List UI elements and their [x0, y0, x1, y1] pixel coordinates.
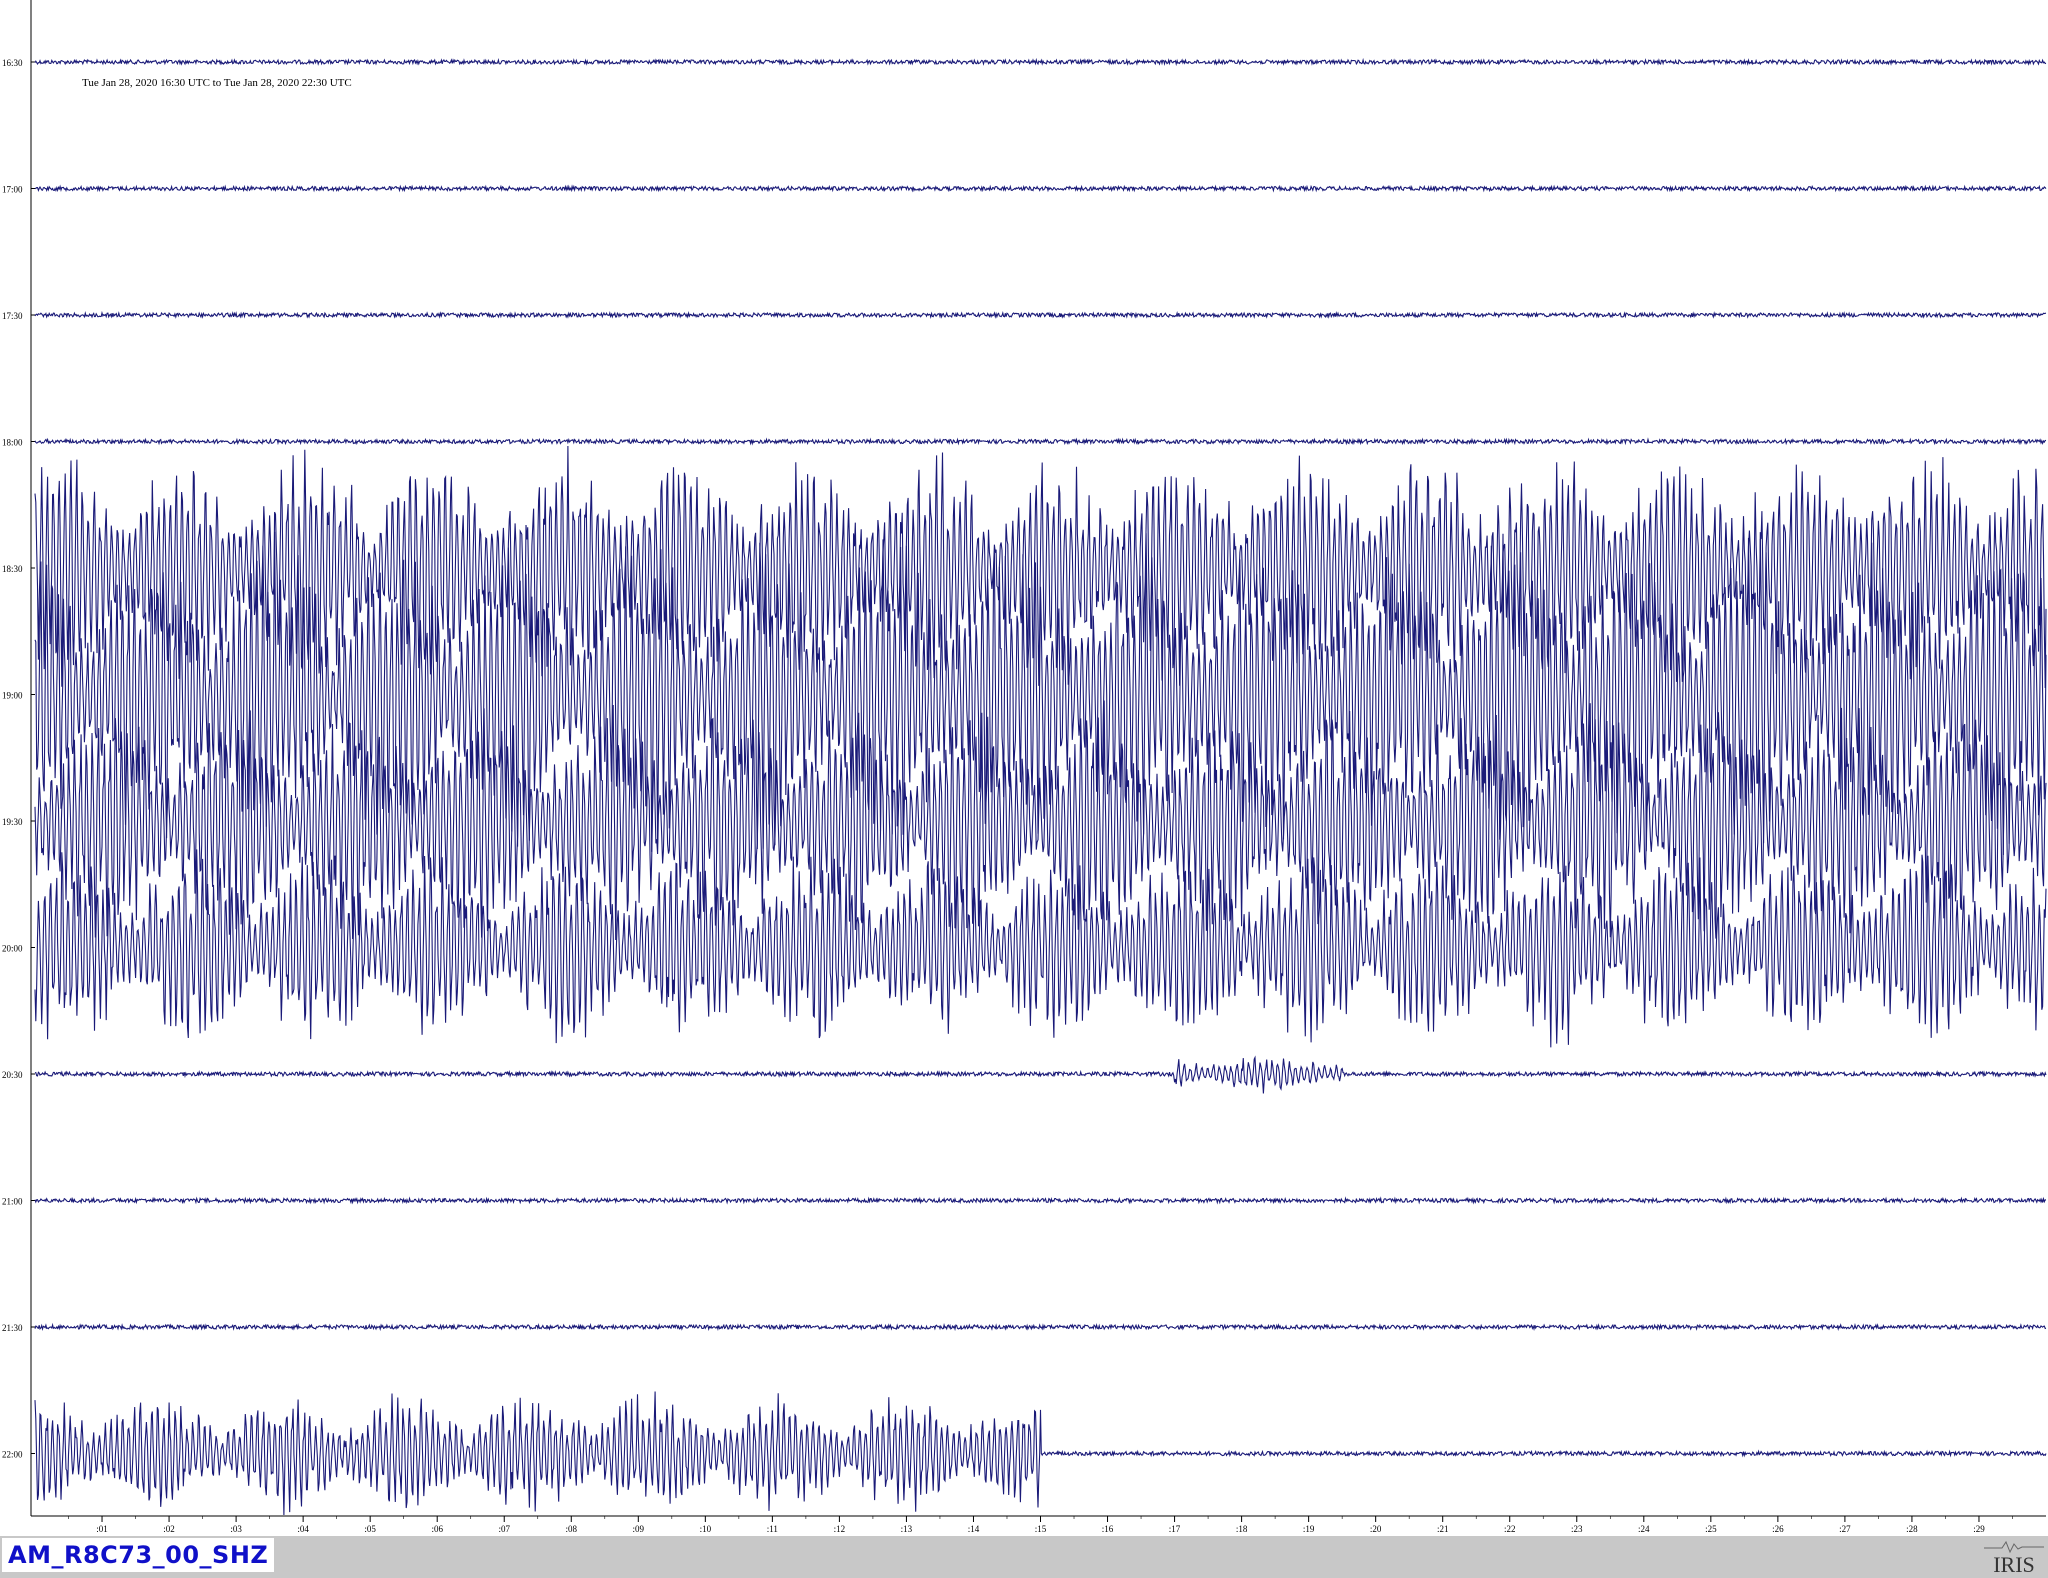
- label-layer: :01 :02 :03 :04 :05 :06 :07 :08 :09 :10 :11 :12 :13:…: [2, 58, 1985, 1534]
- x-tick-label: :28: [1906, 1524, 1918, 1534]
- trace-row-1730: [34, 310, 2047, 320]
- x-tick-label: :21: [1437, 1524, 1449, 1534]
- row-time-label: 17:00: [2, 185, 23, 195]
- trace-row-2100: [34, 1196, 2047, 1205]
- x-tick-label: :15: [1035, 1524, 1047, 1534]
- footer-bar: [0, 1536, 2048, 1578]
- row-time-label: 22:00: [2, 1450, 23, 1460]
- x-tick-label: :02: [163, 1524, 175, 1534]
- x-tick-label: :09: [633, 1524, 645, 1534]
- x-tick-label: :07: [498, 1524, 510, 1534]
- x-tick-label: :12: [834, 1524, 846, 1534]
- x-tick-label: :27: [1839, 1524, 1851, 1534]
- x-tick-label: :22: [1504, 1524, 1516, 1534]
- chart-title: Tue Jan 28, 2020 16:30 UTC to Tue Jan 28…: [82, 77, 352, 89]
- x-tick-label: :25: [1705, 1524, 1717, 1534]
- x-tick-label: :01: [96, 1524, 108, 1534]
- x-tick-label: :05: [364, 1524, 376, 1534]
- trace-row-1630: [34, 57, 2047, 67]
- x-tick-label: :16: [1102, 1524, 1114, 1534]
- trace-row-2130: [34, 1322, 2047, 1332]
- x-tick-label: :23: [1571, 1524, 1583, 1534]
- iris-logo: IRIS: [1984, 1538, 2044, 1576]
- x-tick-label: :04: [297, 1524, 309, 1534]
- logo-text: IRIS: [1993, 1552, 2035, 1577]
- row-time-label: 17:30: [2, 311, 23, 321]
- x-tick-label: :06: [431, 1524, 443, 1534]
- trace-layer: [34, 57, 2047, 1516]
- x-tick-label: :14: [968, 1524, 980, 1534]
- x-tick-label: :24: [1638, 1524, 1650, 1534]
- x-tick-label: :18: [1236, 1524, 1248, 1534]
- trace-row-2200: [34, 1391, 2047, 1516]
- row-time-label: 20:30: [2, 1070, 23, 1080]
- row-time-label: 19:00: [2, 691, 23, 701]
- row-time-label: 19:30: [2, 817, 23, 827]
- x-tick-label: :20: [1370, 1524, 1382, 1534]
- trace-row-2030: [34, 1055, 2047, 1094]
- x-tick-label: :19: [1303, 1524, 1315, 1534]
- trace-row-1700: [34, 184, 2047, 193]
- x-tick-label: :13: [901, 1524, 913, 1534]
- helicorder-plot: :01 :02 :03 :04 :05 :06 :07 :08 :09 :10 :11 :12 :13:…: [2, 0, 2047, 1534]
- row-time-label: 18:30: [2, 564, 23, 574]
- x-tick-label: :26: [1772, 1524, 1784, 1534]
- x-tick-label: :08: [566, 1524, 578, 1534]
- station-label: AM_R8C73_00_SHZ: [2, 1538, 275, 1572]
- x-tick-label: :29: [1973, 1524, 1985, 1534]
- row-time-label: 20:00: [2, 944, 23, 954]
- row-time-label: 16:30: [2, 58, 23, 68]
- row-time-label: 21:30: [2, 1323, 23, 1333]
- x-tick-label: :17: [1169, 1524, 1181, 1534]
- row-time-label: 21:00: [2, 1197, 23, 1207]
- x-tick-label: :03: [230, 1524, 242, 1534]
- trace-row-1800: [34, 437, 2047, 446]
- x-tick-label: :11: [767, 1524, 778, 1534]
- x-tick-label: :10: [700, 1524, 712, 1534]
- row-time-label: 18:00: [2, 438, 23, 448]
